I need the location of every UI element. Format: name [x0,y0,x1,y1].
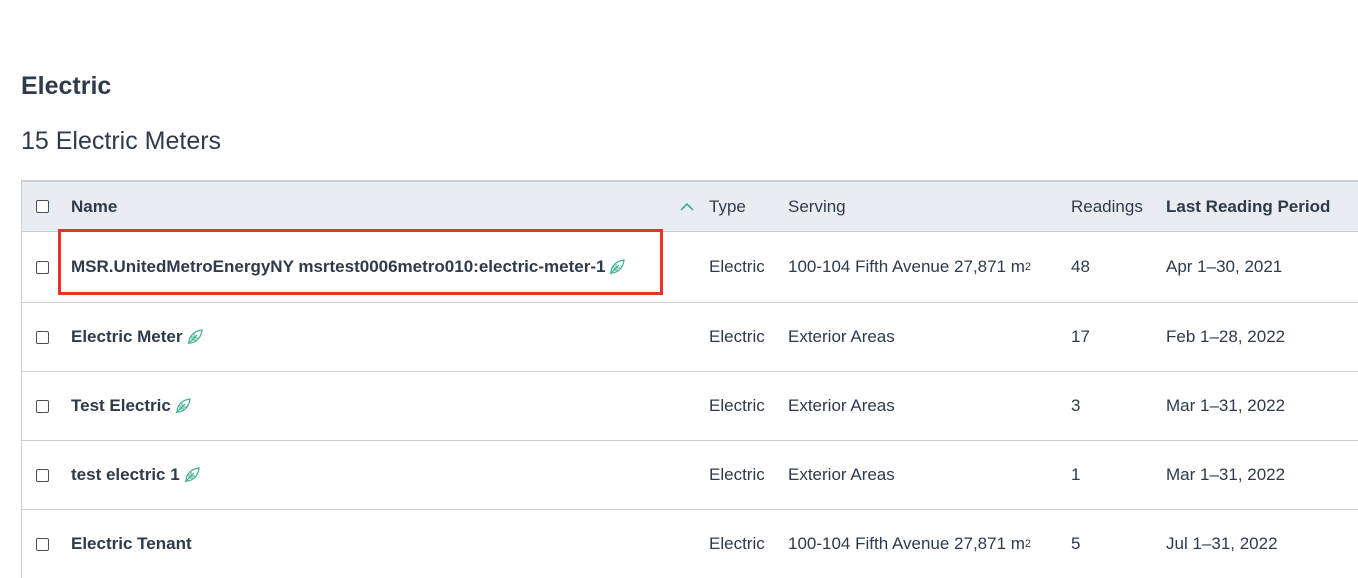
meter-name-cell: Electric Tenant [71,510,192,578]
serving-text: Exterior Areas [788,396,895,415]
row-checkbox[interactable] [36,468,49,482]
column-header-type[interactable]: Type [709,182,746,231]
column-header-last-reading-period[interactable]: Last Reading Period [1166,182,1330,231]
meter-readings-cell: 48 [1071,257,1090,276]
meter-last-period-cell: Feb 1–28, 2022 [1166,327,1286,346]
meter-readings-cell: 3 [1071,396,1081,415]
meter-serving-cell: 100-104 Fifth Avenue 27,871 m2 [788,257,1032,276]
meter-name-link[interactable]: test electric 1 [71,465,180,485]
meter-name-link[interactable]: MSR.UnitedMetroEnergyNY msrtest0006metro… [71,257,605,277]
meter-type-cell: Electric [709,396,765,415]
meters-count-heading: 15 Electric Meters [21,127,222,155]
leaf-icon [608,258,626,276]
serving-text: Exterior Areas [788,327,895,346]
meter-serving-cell: Exterior Areas [788,303,895,371]
row-checkbox-cell [36,510,49,578]
row-checkbox[interactable] [36,537,49,551]
row-checkbox-cell [36,372,49,440]
row-checkbox-cell [36,232,49,302]
row-checkbox-cell [36,441,49,509]
meter-name-cell: MSR.UnitedMetroEnergyNY msrtest0006metro… [71,232,626,302]
meter-type-cell: Electric [709,257,765,276]
select-all-checkbox[interactable] [36,200,49,213]
table-header-row: Name Type Serving Readings Last Reading … [22,182,1358,232]
meter-name-cell: Test Electric [71,372,192,440]
table-row: MSR.UnitedMetroEnergyNY msrtest0006metro… [22,232,1358,303]
meter-serving-cell: Exterior Areas [788,441,895,509]
table-row: Electric Tenant Electric 100-104 Fifth Ave… [22,510,1358,578]
column-header-readings[interactable]: Readings [1071,182,1143,231]
meter-readings-cell: 17 [1071,327,1090,346]
meter-readings-cell: 5 [1071,534,1081,553]
meter-name-link[interactable]: Test Electric [71,396,171,416]
meter-name-cell: test electric 1 [71,441,201,509]
row-checkbox-cell [36,303,49,371]
table-row: Electric Meter Electric Exterior Areas 17 Fe… [22,303,1358,372]
meters-table: Name Type Serving Readings Last Reading … [21,180,1358,578]
meter-serving-cell: Exterior Areas [788,372,895,440]
meter-type-cell: Electric [709,465,765,484]
row-checkbox[interactable] [36,330,49,344]
meter-serving-cell: 100-104 Fifth Avenue 27,871 m2 [788,534,1032,553]
page: Electric 15 Electric Meters Name Type Se… [0,0,1358,578]
row-checkbox[interactable] [36,399,49,413]
serving-text: 100-104 Fifth Avenue 27,871 m [788,257,1025,276]
section-title: Electric [21,72,112,100]
table-row: Test Electric Electric Exterior Areas 3 Mar … [22,372,1358,441]
meter-last-period-cell: Mar 1–31, 2022 [1166,465,1286,484]
serving-text: 100-104 Fifth Avenue 27,871 m [788,534,1025,553]
meter-last-period-cell: Mar 1–31, 2022 [1166,396,1286,415]
leaf-icon [183,466,201,484]
chevron-up-icon[interactable] [680,182,694,231]
leaf-icon [174,397,192,415]
table-row: test electric 1 Electric Exterior Areas 1 Ma… [22,441,1358,510]
meter-name-cell: Electric Meter [71,303,204,371]
column-header-serving[interactable]: Serving [788,182,846,231]
column-header-name[interactable]: Name [71,182,117,231]
meter-type-cell: Electric [709,327,765,346]
select-all-cell [36,182,49,231]
serving-text: Exterior Areas [788,465,895,484]
meter-last-period-cell: Apr 1–30, 2021 [1166,257,1283,276]
table-body: MSR.UnitedMetroEnergyNY msrtest0006metro… [22,232,1358,578]
leaf-icon [186,328,204,346]
meter-name-link[interactable]: Electric Tenant [71,534,192,554]
meter-name-link[interactable]: Electric Meter [71,327,183,347]
meter-last-period-cell: Jul 1–31, 2022 [1166,534,1278,553]
meter-readings-cell: 1 [1071,465,1081,484]
row-checkbox[interactable] [36,260,49,274]
meter-type-cell: Electric [709,534,765,553]
